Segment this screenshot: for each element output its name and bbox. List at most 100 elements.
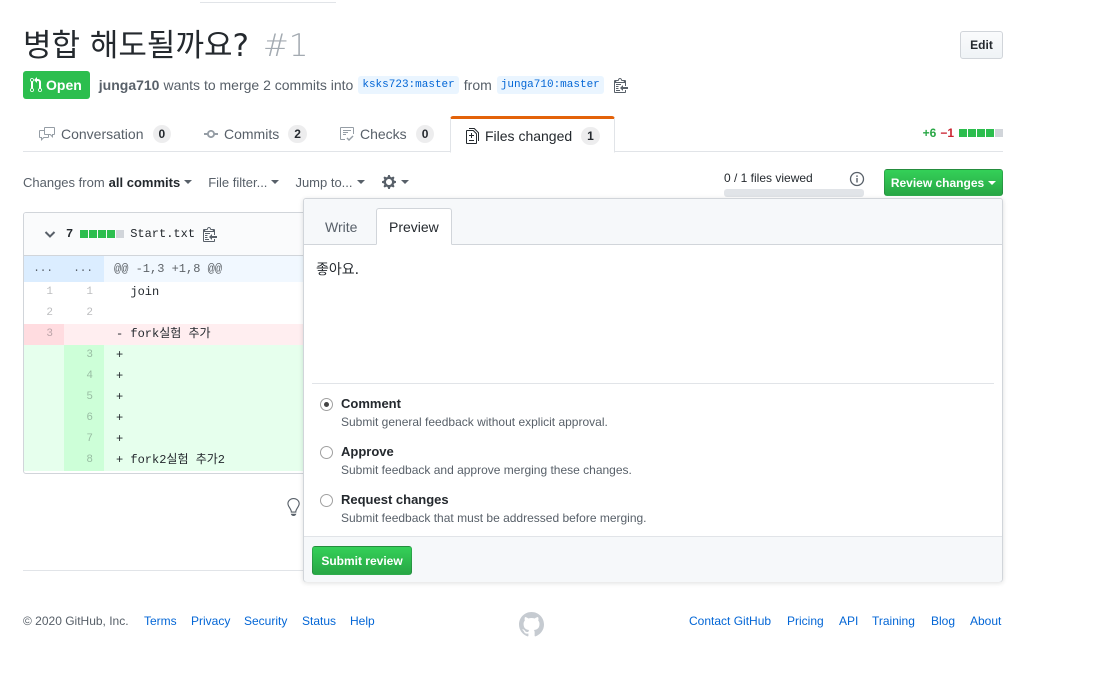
top-tab-edge bbox=[200, 0, 336, 3]
diffstat-block bbox=[107, 230, 116, 238]
tab-files-changed[interactable]: Files changed 1 bbox=[450, 116, 615, 153]
diffstat-block bbox=[89, 230, 98, 238]
tab-counter: 1 bbox=[581, 126, 600, 145]
head-branch[interactable]: junga710:master bbox=[496, 76, 604, 94]
diff-code: + bbox=[104, 387, 312, 408]
gear-icon bbox=[381, 175, 396, 189]
status-badge: Open bbox=[23, 71, 90, 99]
footer-link-about[interactable]: About bbox=[970, 614, 1001, 628]
old-line-number[interactable] bbox=[24, 408, 64, 429]
status-label: Open bbox=[46, 77, 82, 93]
old-line-number[interactable]: 1 bbox=[24, 282, 64, 303]
diff-code: join bbox=[116, 285, 160, 299]
footer-link-terms[interactable]: Terms bbox=[144, 614, 177, 628]
new-line-number[interactable]: 6 bbox=[64, 408, 104, 429]
diffstat-block bbox=[968, 129, 976, 137]
commit-icon bbox=[204, 130, 218, 138]
new-line-number[interactable]: 5 bbox=[64, 387, 104, 408]
files-viewed-progress bbox=[724, 189, 864, 197]
new-line-number[interactable]: 4 bbox=[64, 366, 104, 387]
clipboard-icon[interactable] bbox=[203, 226, 218, 242]
hunk-header-row: ... ... @@ -1,3 +1,8 @@ bbox=[24, 256, 312, 282]
diffstat-block bbox=[116, 230, 125, 238]
info-icon[interactable] bbox=[849, 171, 865, 187]
diffstat-block bbox=[986, 129, 994, 137]
expand-down-button[interactable]: ... bbox=[64, 256, 104, 282]
diff-line: 4 + bbox=[24, 366, 312, 387]
page-title: 병합 해도될까요? #1 bbox=[23, 24, 309, 68]
old-line-number[interactable] bbox=[24, 345, 64, 366]
new-line-number[interactable]: 8 bbox=[64, 450, 104, 471]
new-line-number[interactable]: 3 bbox=[64, 345, 104, 366]
chevron-down-icon[interactable] bbox=[44, 228, 56, 240]
new-line-number[interactable]: 7 bbox=[64, 429, 104, 450]
old-line-number[interactable] bbox=[24, 387, 64, 408]
diffstat-block bbox=[977, 129, 985, 137]
tab-counter: 0 bbox=[415, 125, 435, 143]
option-label: Approve bbox=[341, 444, 394, 459]
from-text: from bbox=[463, 77, 492, 93]
old-line-number[interactable] bbox=[24, 429, 64, 450]
tab-conversation[interactable]: Conversation 0 bbox=[39, 116, 172, 152]
request-changes-radio[interactable] bbox=[320, 494, 333, 507]
caret-down-icon bbox=[184, 180, 193, 184]
review-option-approve[interactable]: Approve Submit feedback and approve mergi… bbox=[320, 443, 632, 477]
old-line-number[interactable] bbox=[24, 366, 64, 387]
changes-from-dropdown[interactable]: Changes from all commits bbox=[23, 174, 193, 190]
author-link[interactable]: junga710 bbox=[99, 77, 160, 93]
footer-link-api[interactable]: API bbox=[839, 614, 858, 628]
tab-label: Files changed bbox=[485, 127, 573, 144]
review-changes-button[interactable]: Review changes bbox=[884, 169, 1003, 196]
old-line-number[interactable] bbox=[24, 450, 64, 471]
diffstat-block bbox=[959, 129, 967, 137]
github-mark-icon[interactable] bbox=[519, 612, 544, 637]
clipboard-icon[interactable] bbox=[613, 77, 628, 93]
edit-button[interactable]: Edit bbox=[960, 31, 1003, 59]
content-divider bbox=[23, 570, 303, 571]
base-branch[interactable]: ksks723:master bbox=[358, 76, 459, 94]
lightbulb-icon bbox=[287, 498, 300, 516]
diff-code bbox=[104, 303, 312, 324]
expand-up-button[interactable]: ... bbox=[24, 256, 64, 282]
new-line-number[interactable] bbox=[64, 324, 104, 345]
footer-link-blog[interactable]: Blog bbox=[931, 614, 955, 628]
tab-label: Commits bbox=[224, 126, 280, 142]
new-line-number[interactable]: 2 bbox=[64, 303, 104, 324]
tab-preview[interactable]: Preview bbox=[376, 208, 452, 245]
footer-link-pricing[interactable]: Pricing bbox=[787, 614, 824, 628]
changes-from-label: Changes from bbox=[23, 174, 105, 190]
diff-settings-dropdown[interactable] bbox=[381, 174, 409, 190]
tab-label: Conversation bbox=[61, 126, 144, 142]
footer-link-privacy[interactable]: Privacy bbox=[191, 614, 230, 628]
footer-link-status[interactable]: Status bbox=[302, 614, 336, 628]
file-name[interactable]: Start.txt bbox=[130, 227, 195, 241]
diffstat-block bbox=[98, 230, 107, 238]
files-viewed: 0 / 1 files viewed bbox=[724, 171, 864, 197]
tab-commits[interactable]: Commits 2 bbox=[204, 116, 307, 152]
changes-from-value: all commits bbox=[108, 174, 181, 190]
approve-radio[interactable] bbox=[320, 446, 333, 459]
file-diff-icon bbox=[466, 127, 479, 144]
old-line-number[interactable]: 3 bbox=[24, 324, 64, 345]
footer-link-security[interactable]: Security bbox=[244, 614, 287, 628]
diffstat: +6 −1 bbox=[923, 126, 1003, 140]
hunk-header: @@ -1,3 +1,8 @@ bbox=[104, 256, 312, 282]
jump-to-dropdown[interactable]: Jump to... bbox=[295, 174, 365, 190]
file-filter-dropdown[interactable]: File filter... bbox=[208, 175, 280, 190]
footer-link-contact[interactable]: Contact GitHub bbox=[689, 614, 771, 628]
review-option-comment[interactable]: Comment Submit general feedback without e… bbox=[320, 395, 608, 429]
new-line-number[interactable]: 1 bbox=[64, 282, 104, 303]
conversation-icon bbox=[39, 127, 55, 141]
diff-lines: 11 join 2 2 3- fork실험 추가 3 +4 +5 +6 +7 +8 + fork2실… bbox=[24, 282, 312, 471]
submit-review-button[interactable]: Submit review bbox=[312, 546, 412, 575]
comment-radio[interactable] bbox=[320, 398, 333, 411]
footer-link-help[interactable]: Help bbox=[350, 614, 375, 628]
tab-write[interactable]: Write bbox=[313, 209, 369, 245]
pr-number: #1 bbox=[262, 28, 309, 64]
old-line-number[interactable]: 2 bbox=[24, 303, 64, 324]
pr-title: 병합 해도될까요? bbox=[23, 28, 249, 64]
review-option-request-changes[interactable]: Request changes Submit feedback that must… bbox=[320, 491, 647, 525]
jump-to-label: Jump to... bbox=[295, 174, 353, 190]
tab-checks[interactable]: Checks 0 bbox=[340, 116, 435, 152]
footer-link-training[interactable]: Training bbox=[872, 614, 915, 628]
